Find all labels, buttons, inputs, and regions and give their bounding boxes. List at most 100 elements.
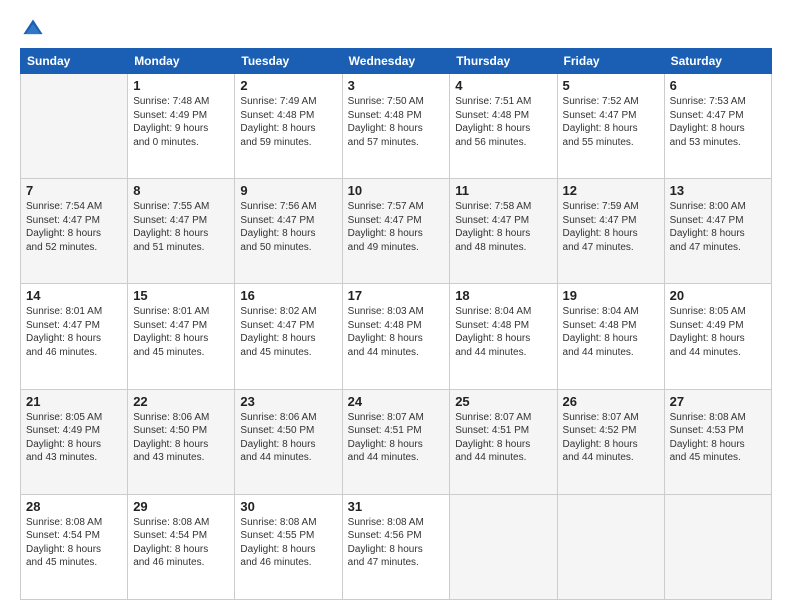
cell-info: Sunrise: 8:07 AMSunset: 4:51 PMDaylight:…: [348, 411, 445, 465]
cell-info: Sunrise: 7:50 AMSunset: 4:48 PMDaylight:…: [348, 95, 445, 149]
calendar-cell: 14 Sunrise: 8:01 AMSunset: 4:47 PMDayligh…: [21, 284, 128, 389]
day-number: 12: [563, 183, 659, 198]
calendar-cell: 30 Sunrise: 8:08 AMSunset: 4:55 PMDayligh…: [235, 494, 342, 599]
weekday-friday: Friday: [557, 49, 664, 74]
cell-info: Sunrise: 8:02 AMSunset: 4:47 PMDaylight:…: [240, 305, 336, 359]
calendar-cell: [21, 74, 128, 179]
cell-info: Sunrise: 8:08 AMSunset: 4:55 PMDaylight:…: [240, 516, 336, 570]
calendar-cell: 4 Sunrise: 7:51 AMSunset: 4:48 PMDaylight…: [450, 74, 557, 179]
cell-info: Sunrise: 7:55 AMSunset: 4:47 PMDaylight:…: [133, 200, 229, 254]
cell-info: Sunrise: 8:03 AMSunset: 4:48 PMDaylight:…: [348, 305, 445, 359]
calendar-cell: 16Sunrise: 8:02 AMSunset: 4:47 PMDayligh…: [235, 284, 342, 389]
cell-info: Sunrise: 8:01 AMSunset: 4:47 PMDaylight:…: [26, 305, 122, 359]
weekday-saturday: Saturday: [664, 49, 771, 74]
cell-info: Sunrise: 7:59 AMSunset: 4:47 PMDaylight:…: [563, 200, 659, 254]
cell-info: Sunrise: 8:08 AMSunset: 4:54 PMDaylight:…: [26, 516, 122, 570]
day-number: 9: [240, 183, 336, 198]
cell-info: Sunrise: 7:48 AMSunset: 4:49 PMDaylight:…: [133, 95, 229, 149]
calendar-week-row: 21 Sunrise: 8:05 AMSunset: 4:49 PMDayligh…: [21, 389, 772, 494]
calendar-cell: 10 Sunrise: 7:57 AMSunset: 4:47 PMDayligh…: [342, 179, 450, 284]
calendar-cell: 24 Sunrise: 8:07 AMSunset: 4:51 PMDayligh…: [342, 389, 450, 494]
weekday-sunday: Sunday: [21, 49, 128, 74]
cell-info: Sunrise: 8:08 AMSunset: 4:53 PMDaylight:…: [670, 411, 766, 465]
calendar-cell: [450, 494, 557, 599]
weekday-thursday: Thursday: [450, 49, 557, 74]
day-number: 10: [348, 183, 445, 198]
cell-info: Sunrise: 7:53 AMSunset: 4:47 PMDaylight:…: [670, 95, 766, 149]
day-number: 31: [348, 499, 445, 514]
day-number: 26: [563, 394, 659, 409]
calendar-week-row: 1Sunrise: 7:48 AMSunset: 4:49 PMDaylight…: [21, 74, 772, 179]
calendar-cell: 9Sunrise: 7:56 AMSunset: 4:47 PMDaylight…: [235, 179, 342, 284]
calendar-cell: 6 Sunrise: 7:53 AMSunset: 4:47 PMDaylight…: [664, 74, 771, 179]
calendar-cell: 23Sunrise: 8:06 AMSunset: 4:50 PMDayligh…: [235, 389, 342, 494]
cell-info: Sunrise: 8:04 AMSunset: 4:48 PMDaylight:…: [455, 305, 551, 359]
day-number: 3: [348, 78, 445, 93]
day-number: 7: [26, 183, 122, 198]
calendar-cell: 27 Sunrise: 8:08 AMSunset: 4:53 PMDayligh…: [664, 389, 771, 494]
calendar-cell: 2 Sunrise: 7:49 AMSunset: 4:48 PMDaylight…: [235, 74, 342, 179]
calendar-week-row: 7 Sunrise: 7:54 AMSunset: 4:47 PMDaylight…: [21, 179, 772, 284]
cell-info: Sunrise: 7:57 AMSunset: 4:47 PMDaylight:…: [348, 200, 445, 254]
cell-info: Sunrise: 8:05 AMSunset: 4:49 PMDaylight:…: [670, 305, 766, 359]
calendar-cell: 29 Sunrise: 8:08 AMSunset: 4:54 PMDayligh…: [128, 494, 235, 599]
calendar-cell: 7 Sunrise: 7:54 AMSunset: 4:47 PMDaylight…: [21, 179, 128, 284]
day-number: 6: [670, 78, 766, 93]
day-number: 27: [670, 394, 766, 409]
cell-info: Sunrise: 8:04 AMSunset: 4:48 PMDaylight:…: [563, 305, 659, 359]
cell-info: Sunrise: 7:58 AMSunset: 4:47 PMDaylight:…: [455, 200, 551, 254]
day-number: 13: [670, 183, 766, 198]
calendar-week-row: 28 Sunrise: 8:08 AMSunset: 4:54 PMDayligh…: [21, 494, 772, 599]
cell-info: Sunrise: 7:52 AMSunset: 4:47 PMDaylight:…: [563, 95, 659, 149]
calendar-cell: 26 Sunrise: 8:07 AMSunset: 4:52 PMDayligh…: [557, 389, 664, 494]
calendar-week-row: 14 Sunrise: 8:01 AMSunset: 4:47 PMDayligh…: [21, 284, 772, 389]
calendar-cell: 25Sunrise: 8:07 AMSunset: 4:51 PMDayligh…: [450, 389, 557, 494]
day-number: 22: [133, 394, 229, 409]
calendar-cell: 8Sunrise: 7:55 AMSunset: 4:47 PMDaylight…: [128, 179, 235, 284]
day-number: 4: [455, 78, 551, 93]
page: SundayMondayTuesdayWednesdayThursdayFrid…: [0, 0, 792, 612]
weekday-wednesday: Wednesday: [342, 49, 450, 74]
day-number: 5: [563, 78, 659, 93]
header: [20, 16, 772, 40]
weekday-header-row: SundayMondayTuesdayWednesdayThursdayFrid…: [21, 49, 772, 74]
cell-info: Sunrise: 8:05 AMSunset: 4:49 PMDaylight:…: [26, 411, 122, 465]
cell-info: Sunrise: 8:00 AMSunset: 4:47 PMDaylight:…: [670, 200, 766, 254]
cell-info: Sunrise: 8:08 AMSunset: 4:54 PMDaylight:…: [133, 516, 229, 570]
cell-info: Sunrise: 8:07 AMSunset: 4:51 PMDaylight:…: [455, 411, 551, 465]
day-number: 18: [455, 288, 551, 303]
day-number: 15: [133, 288, 229, 303]
calendar-cell: 20Sunrise: 8:05 AMSunset: 4:49 PMDayligh…: [664, 284, 771, 389]
calendar-cell: 21 Sunrise: 8:05 AMSunset: 4:49 PMDayligh…: [21, 389, 128, 494]
cell-info: Sunrise: 8:01 AMSunset: 4:47 PMDaylight:…: [133, 305, 229, 359]
calendar-cell: 15 Sunrise: 8:01 AMSunset: 4:47 PMDayligh…: [128, 284, 235, 389]
calendar-cell: 13 Sunrise: 8:00 AMSunset: 4:47 PMDayligh…: [664, 179, 771, 284]
calendar-cell: 1Sunrise: 7:48 AMSunset: 4:49 PMDaylight…: [128, 74, 235, 179]
cell-info: Sunrise: 7:54 AMSunset: 4:47 PMDaylight:…: [26, 200, 122, 254]
calendar-cell: [557, 494, 664, 599]
calendar-cell: 17Sunrise: 8:03 AMSunset: 4:48 PMDayligh…: [342, 284, 450, 389]
calendar-cell: 12 Sunrise: 7:59 AMSunset: 4:47 PMDayligh…: [557, 179, 664, 284]
day-number: 28: [26, 499, 122, 514]
day-number: 23: [240, 394, 336, 409]
day-number: 19: [563, 288, 659, 303]
cell-info: Sunrise: 8:06 AMSunset: 4:50 PMDaylight:…: [133, 411, 229, 465]
day-number: 11: [455, 183, 551, 198]
day-number: 2: [240, 78, 336, 93]
day-number: 21: [26, 394, 122, 409]
cell-info: Sunrise: 8:08 AMSunset: 4:56 PMDaylight:…: [348, 516, 445, 570]
calendar-cell: 31 Sunrise: 8:08 AMSunset: 4:56 PMDayligh…: [342, 494, 450, 599]
calendar-cell: 11 Sunrise: 7:58 AMSunset: 4:47 PMDayligh…: [450, 179, 557, 284]
cell-info: Sunrise: 7:51 AMSunset: 4:48 PMDaylight:…: [455, 95, 551, 149]
calendar-cell: 28 Sunrise: 8:08 AMSunset: 4:54 PMDayligh…: [21, 494, 128, 599]
day-number: 29: [133, 499, 229, 514]
cell-info: Sunrise: 7:49 AMSunset: 4:48 PMDaylight:…: [240, 95, 336, 149]
day-number: 30: [240, 499, 336, 514]
calendar-cell: 18 Sunrise: 8:04 AMSunset: 4:48 PMDayligh…: [450, 284, 557, 389]
cell-info: Sunrise: 8:07 AMSunset: 4:52 PMDaylight:…: [563, 411, 659, 465]
calendar-cell: [664, 494, 771, 599]
day-number: 14: [26, 288, 122, 303]
calendar-cell: 19 Sunrise: 8:04 AMSunset: 4:48 PMDayligh…: [557, 284, 664, 389]
day-number: 24: [348, 394, 445, 409]
weekday-monday: Monday: [128, 49, 235, 74]
